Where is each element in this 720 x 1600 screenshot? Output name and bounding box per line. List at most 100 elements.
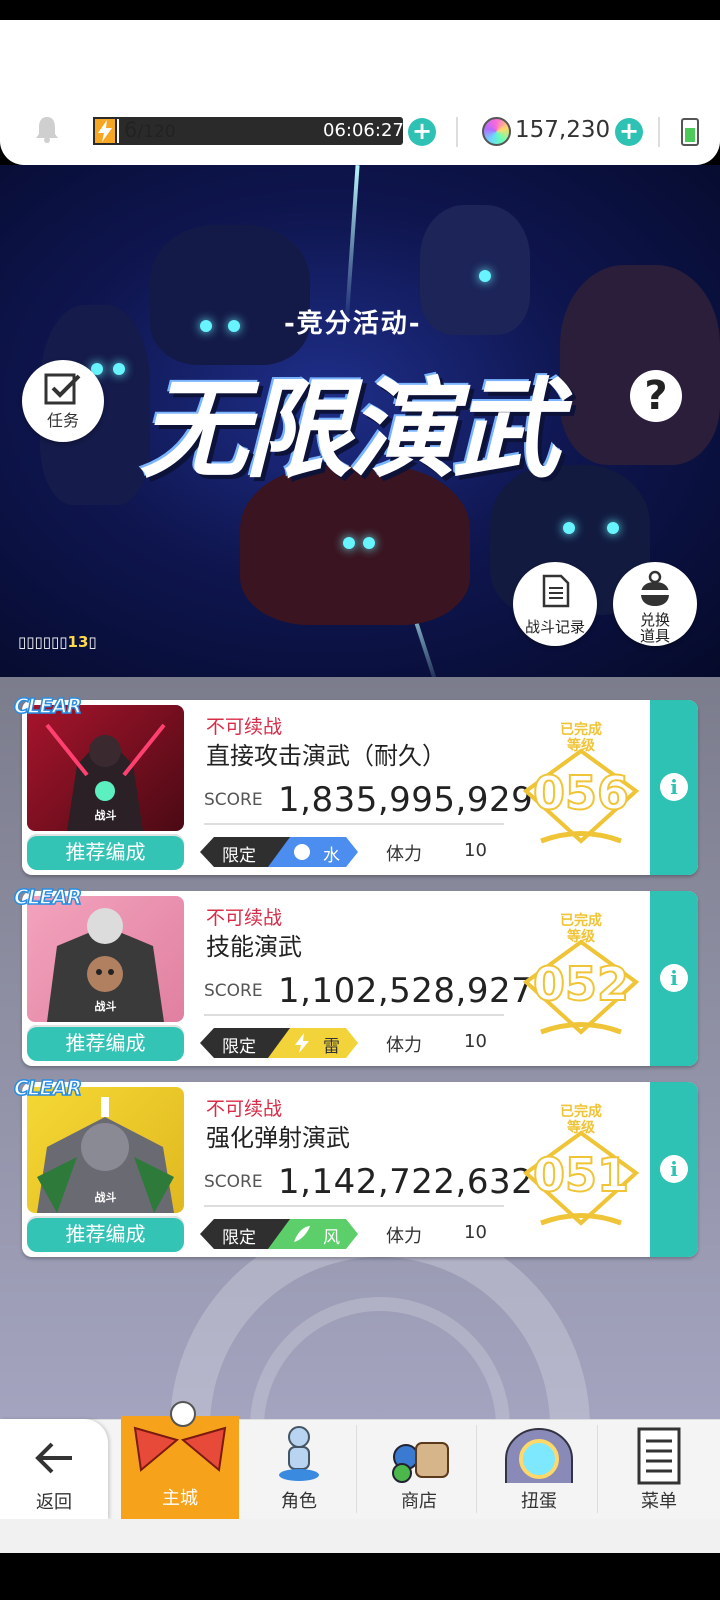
- menu-list-icon: [637, 1427, 681, 1485]
- stage-status: 不可续战: [206, 1098, 283, 1120]
- score-underline: [204, 1205, 504, 1207]
- exchange-items-button[interactable]: 兑换 道具: [613, 562, 697, 646]
- stage-thumbnail: 战斗: [27, 896, 184, 1022]
- stage-title: 直接攻击演武（耐久）: [206, 742, 446, 770]
- shop-bag-icon: [392, 1442, 449, 1483]
- nav-label: 角色: [281, 1491, 317, 1512]
- score-underline: [204, 823, 504, 825]
- add-stamina-button[interactable]: +: [408, 118, 436, 146]
- checklist-icon: [44, 373, 81, 405]
- stage-card[interactable]: 战斗 CLEAR 推荐编成 不可续战 直接攻击演武（耐久） SCORE 1,83…: [13, 693, 698, 875]
- stamina-cost-value: 10: [464, 1031, 487, 1052]
- stage-card[interactable]: 战斗 CLEAR 推荐编成 不可续战 技能演武 SCORE 1,102,528,…: [13, 884, 698, 1066]
- back-label: 返回: [36, 1492, 72, 1513]
- score-underline: [204, 1014, 504, 1016]
- stamina-count: 6/120: [124, 118, 176, 142]
- score-label: SCORE: [204, 1172, 263, 1192]
- monster-eye: [363, 537, 375, 549]
- water-element-icon: [290, 840, 314, 864]
- thunder-element-icon: [295, 1033, 309, 1053]
- stamina-timer: 06:06:27: [323, 120, 404, 141]
- stamina-cost-label: 体力: [386, 844, 422, 865]
- stamina-cost-label: 体力: [386, 1226, 422, 1247]
- monster-eye: [343, 537, 355, 549]
- pouch-icon: [641, 570, 669, 606]
- battle-record-button[interactable]: 战斗记录: [513, 562, 597, 646]
- completed-level-badge: 已完成 等级 051: [516, 1098, 646, 1248]
- battle-record-label: 战斗记录: [524, 618, 585, 636]
- system-nav-area: [0, 1519, 720, 1553]
- clear-badge: CLEAR: [13, 1075, 82, 1101]
- back-button[interactable]: 返回: [0, 1419, 108, 1519]
- stage-status: 不可续战: [206, 716, 283, 738]
- stage-title: 技能演武: [206, 933, 302, 961]
- stage-status: 不可续战: [206, 907, 283, 929]
- recommend-team-button[interactable]: 推荐编成: [27, 834, 184, 870]
- nav-menu[interactable]: 菜单: [600, 1419, 718, 1519]
- monster-eye: [563, 522, 575, 534]
- score-value: 1,835,995,929: [278, 780, 534, 820]
- nav-characters[interactable]: 角色: [240, 1419, 358, 1519]
- document-icon: [542, 574, 570, 608]
- nav-label: 主城: [162, 1488, 198, 1509]
- nav-main-city[interactable]: 主城: [121, 1401, 239, 1519]
- score-value: 1,142,722,632: [278, 1162, 534, 1202]
- nav-gacha[interactable]: 扭蛋: [480, 1419, 598, 1519]
- nav-label: 扭蛋: [521, 1491, 557, 1512]
- exchange-label: 兑换 道具: [639, 611, 670, 645]
- back-arrow-icon: [35, 1442, 72, 1474]
- stage-info-button[interactable]: i: [650, 1082, 698, 1257]
- help-button[interactable]: ?: [630, 370, 682, 422]
- thumb-tag: 战斗: [94, 1191, 117, 1204]
- info-icon: i: [660, 773, 688, 801]
- stage-info-button[interactable]: i: [650, 700, 698, 875]
- recommend-team-button[interactable]: 推荐编成: [27, 1025, 184, 1061]
- clear-badge: CLEAR: [13, 884, 82, 910]
- thumb-tag: 战斗: [94, 1000, 117, 1013]
- monster-silhouette: [560, 265, 720, 465]
- stamina-cost-value: 10: [464, 840, 487, 861]
- nav-label: 商店: [401, 1491, 437, 1512]
- header-divider: [658, 117, 660, 147]
- add-gems-button[interactable]: +: [615, 118, 643, 146]
- wind-element-icon: [294, 1226, 310, 1242]
- completed-level-number: 051: [532, 1147, 630, 1203]
- bell-icon[interactable]: [32, 114, 62, 144]
- monster-eye: [607, 522, 619, 534]
- monster-eye: [228, 320, 240, 332]
- light-beam: [344, 165, 360, 325]
- score-value: 1,102,528,927: [278, 971, 534, 1011]
- clear-badge: CLEAR: [13, 693, 82, 719]
- monster-eye: [479, 270, 491, 282]
- mission-label: 任务: [46, 411, 79, 430]
- event-title: 无限演武: [140, 368, 560, 493]
- character-icon: [279, 1426, 319, 1481]
- stage-title: 强化弹射演武: [206, 1124, 350, 1152]
- stamina-cost-label: 体力: [386, 1035, 422, 1056]
- completed-level-number: 056: [532, 765, 630, 821]
- gem-count: 157,230: [515, 117, 611, 143]
- nav-label: 菜单: [641, 1491, 677, 1512]
- nav-shop[interactable]: 商店: [360, 1419, 478, 1519]
- monster-eye: [113, 363, 125, 375]
- event-banner: -竞分活动- 无限演武 任务 ? 战斗记录 兑换 道具 ▯▯▯▯▯▯13▯: [0, 165, 720, 677]
- stage-thumbnail: 战斗: [27, 1087, 184, 1213]
- mission-button[interactable]: 任务: [22, 360, 104, 442]
- monster-eye: [200, 320, 212, 332]
- info-icon: i: [660, 964, 688, 992]
- recommend-team-button[interactable]: 推荐编成: [27, 1216, 184, 1252]
- wings-icon: [133, 1401, 227, 1472]
- nav-divider: [476, 1425, 477, 1513]
- stage-info-button[interactable]: i: [650, 891, 698, 1066]
- battery-icon: [681, 118, 699, 146]
- stage-card[interactable]: 战斗 CLEAR 推荐编成 不可续战 强化弹射演武 SCORE 1,142,72…: [13, 1075, 698, 1257]
- completed-level-badge: 已完成 等级 052: [516, 907, 646, 1057]
- score-label: SCORE: [204, 981, 263, 1001]
- thumb-tag: 战斗: [94, 809, 117, 822]
- score-label: SCORE: [204, 790, 263, 810]
- event-period-text: ▯▯▯▯▯▯13▯: [18, 633, 97, 651]
- gacha-portal-icon: [505, 1428, 573, 1483]
- event-subtitle: -竞分活动-: [284, 309, 422, 339]
- completed-level-badge: 已完成 等级 056: [516, 716, 646, 866]
- header-divider: [456, 117, 458, 147]
